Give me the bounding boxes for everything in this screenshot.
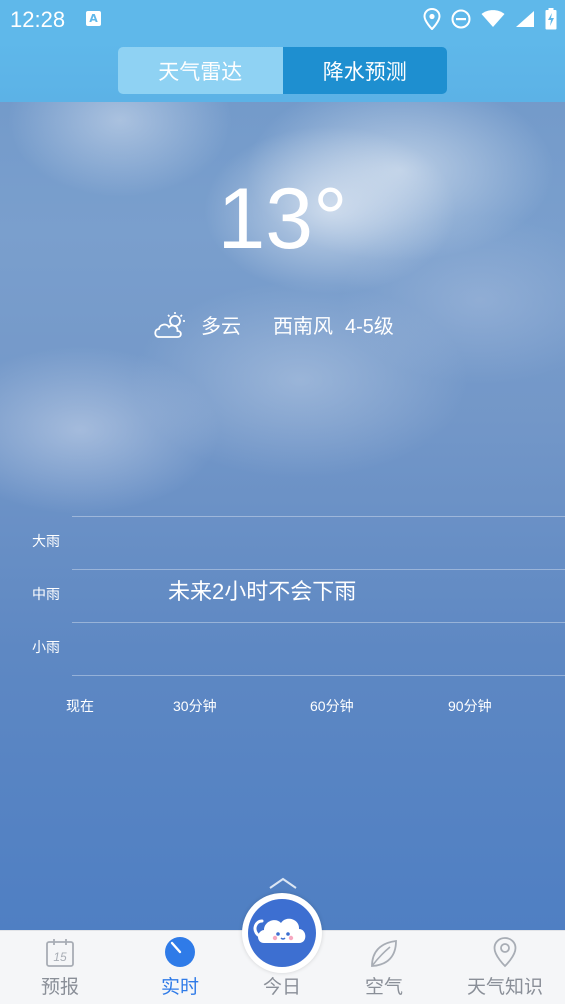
no-rain-message: 未来2小时不会下雨 bbox=[168, 579, 357, 604]
chevron-up-icon[interactable] bbox=[268, 876, 298, 890]
tab-weather-knowledge[interactable]: 天气知识 bbox=[460, 931, 550, 1004]
x-label-now: 现在 bbox=[66, 698, 94, 714]
signal-icon bbox=[516, 11, 534, 27]
radar-forecast-switch: 天气雷达 降水预测 bbox=[118, 47, 447, 94]
do-not-disturb-icon bbox=[451, 9, 471, 29]
condition-row: 多云 西南风 4-5级 bbox=[153, 310, 394, 339]
tab-forecast[interactable]: 15 预报 bbox=[20, 931, 100, 1004]
calendar-15-icon: 15 bbox=[46, 939, 74, 967]
x-label-60min: 60分钟 bbox=[310, 698, 354, 714]
status-bar: 12:28 A bbox=[0, 0, 565, 40]
location-pin-icon bbox=[493, 937, 517, 968]
tab-knowledge-label: 天气知识 bbox=[466, 977, 543, 998]
location-icon bbox=[423, 8, 441, 30]
app-notification-badge: A bbox=[86, 11, 101, 26]
tab-realtime[interactable]: 实时 bbox=[140, 931, 220, 1004]
wind-direction: 西南风 bbox=[273, 316, 333, 338]
grid-line-heavy bbox=[72, 516, 565, 517]
clock-dial-icon bbox=[165, 937, 195, 967]
grid-line-light bbox=[72, 622, 565, 623]
svg-text:15: 15 bbox=[53, 950, 67, 964]
x-label-90min: 90分钟 bbox=[448, 698, 492, 714]
precipitation-chart: 大雨 中雨 小雨 未来2小时不会下雨 现在 30分钟 60分钟 90分钟 bbox=[0, 500, 565, 730]
status-time: 12:28 bbox=[10, 7, 66, 32]
cloud-mascot-icon bbox=[248, 899, 316, 967]
y-label-light-rain: 小雨 bbox=[32, 639, 60, 655]
tab-precip-forecast[interactable]: 降水预测 bbox=[282, 47, 447, 94]
current-temperature: 13° bbox=[217, 171, 348, 267]
y-label-moderate-rain: 中雨 bbox=[32, 586, 60, 602]
tab-air-label: 空气 bbox=[364, 977, 403, 998]
tab-forecast-label: 预报 bbox=[40, 977, 79, 998]
tab-realtime-label: 实时 bbox=[160, 977, 199, 998]
tab-today-label: 今日 bbox=[262, 977, 301, 998]
y-label-heavy-rain: 大雨 bbox=[32, 533, 60, 549]
sky-background bbox=[0, 0, 565, 930]
x-label-30min: 30分钟 bbox=[173, 698, 217, 714]
wifi-icon bbox=[481, 10, 505, 27]
tab-air[interactable]: 空气 bbox=[344, 931, 424, 1004]
battery-icon bbox=[545, 8, 557, 30]
status-icons bbox=[423, 8, 557, 30]
condition-text: 多云 bbox=[201, 316, 241, 338]
wind-level: 4-5级 bbox=[345, 316, 394, 338]
grid-line-medium bbox=[72, 569, 565, 570]
partly-cloudy-icon bbox=[154, 311, 185, 338]
grid-line-base bbox=[72, 675, 565, 676]
today-mascot-button[interactable] bbox=[242, 893, 322, 973]
leaf-icon bbox=[371, 939, 397, 967]
tab-weather-radar[interactable]: 天气雷达 bbox=[118, 47, 283, 94]
